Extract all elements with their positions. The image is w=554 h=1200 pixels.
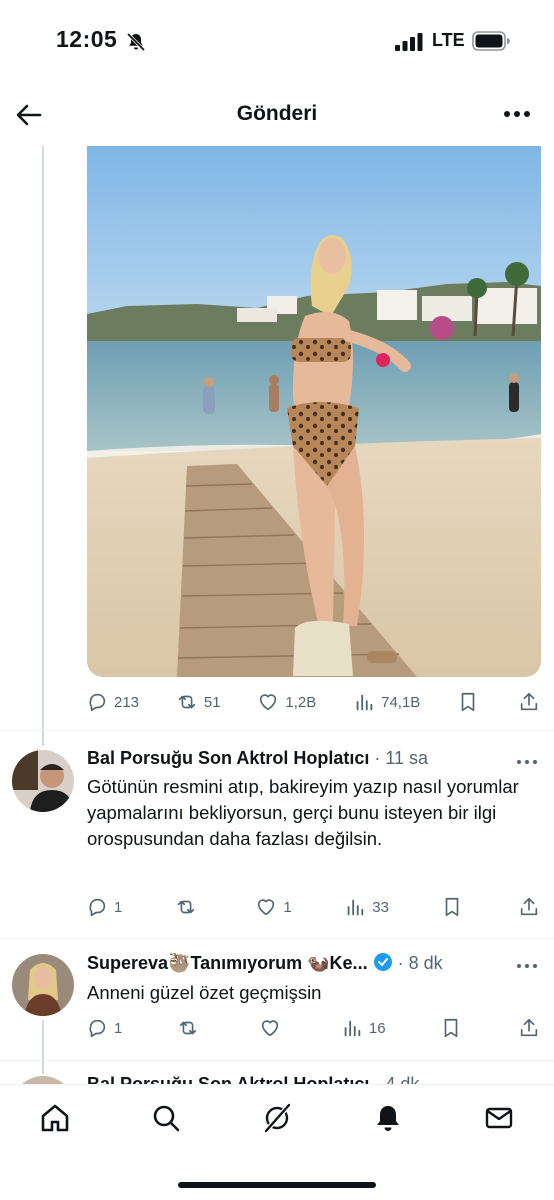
tab-messages[interactable] [482,1101,516,1135]
reply-header: Supereva🦥Tanımıyorum 🦦Ke... · 8 dk [87,952,504,974]
views-icon [356,694,373,711]
verified-badge-icon [373,953,392,971]
views-count: 33 [372,898,389,916]
repost-button[interactable] [177,1017,205,1039]
repost-icon [178,695,196,709]
more-options-button[interactable] [502,104,532,124]
divider [0,730,554,731]
share-button[interactable] [518,1017,542,1039]
views-button[interactable]: 74,1B [353,691,420,713]
heart-icon [261,1020,278,1037]
tab-home[interactable] [38,1101,72,1135]
share-icon [520,897,538,916]
like-count: 1,2B [285,693,317,711]
more-horizontal-icon [504,111,530,117]
bookmark-icon [444,1018,458,1038]
views-button[interactable]: 33 [344,896,389,918]
search-icon [153,1105,180,1132]
bookmark-icon [461,692,475,712]
messages-icon [485,1107,513,1129]
home-indicator[interactable] [178,1182,376,1188]
reply-button[interactable]: 1 [86,896,122,918]
reply-button[interactable]: 1 [86,1017,122,1039]
author-name[interactable]: Bal Porsuğu Son Aktrol Hoplatıcı [87,748,369,768]
like-count: 1 [283,898,292,916]
reply-count: 213 [114,693,140,711]
reply-button[interactable]: 213 [86,691,139,713]
notifications-icon [377,1106,399,1131]
home-icon [41,1104,69,1132]
share-button[interactable] [518,691,542,713]
like-button[interactable] [259,1017,287,1039]
reply-icon [89,898,106,917]
views-icon [347,899,364,916]
bookmark-button[interactable] [441,896,465,918]
repost-button[interactable] [175,896,203,918]
post-actions: 213 51 1,2B 74,1B [86,688,542,716]
like-button[interactable]: 1,2B [257,691,316,713]
views-count: 74,1B [381,693,421,711]
reply-text: Anneni güzel özet geçmişsin [87,982,322,1003]
views-count: 16 [368,1019,386,1037]
reply-header: Bal Porsuğu Son Aktrol Hoplatıcı · 11 sa [87,748,504,769]
battery-icon [472,31,510,51]
more-horizontal-icon[interactable] [516,754,538,770]
signal-icon [395,33,423,51]
divider [0,1060,554,1061]
tab-notifications[interactable] [371,1101,405,1135]
thread-connector [42,146,44,746]
heart-icon [260,694,277,711]
reply-actions: 1 16 [86,1014,542,1042]
repost-count: 51 [203,693,221,711]
thread-connector [42,1020,44,1074]
status-bar: 12:05 LTE [0,0,554,84]
bookmark-icon [446,897,459,917]
reply-count: 1 [114,1019,123,1037]
beach-photo [87,146,541,677]
avatar[interactable] [12,750,74,812]
tab-grok[interactable] [260,1101,294,1135]
share-button[interactable] [518,896,542,918]
bookmark-button[interactable] [457,691,481,713]
status-time: 12:05 [56,26,118,52]
grok-icon [264,1103,291,1133]
views-button[interactable]: 16 [341,1017,386,1039]
timestamp: · 8 dk [397,953,443,973]
share-icon [520,1018,538,1037]
repost-icon [179,1021,196,1035]
divider [0,938,554,939]
views-icon [344,1020,361,1037]
network-label: LTE [432,30,465,50]
timestamp: · 11 sa [374,748,429,768]
share-icon [520,692,538,711]
tab-search[interactable] [149,1101,183,1135]
reply-text: Götünün resmini atıp, bakireyim yazıp na… [87,776,519,849]
bell-slash-icon [126,32,146,52]
bookmark-button[interactable] [440,1017,464,1039]
reply-count: 1 [114,898,123,916]
like-button[interactable]: 1 [255,896,292,918]
page-title: Gönderi [236,102,318,125]
reply-icon [89,1019,106,1038]
reply-actions: 1 1 33 [86,893,542,921]
repost-button[interactable]: 51 [176,691,221,713]
top-navigation: Gönderi [0,84,554,146]
repost-icon [177,900,195,914]
more-horizontal-icon[interactable] [516,958,538,974]
reply-icon [89,693,106,712]
author-name[interactable]: Supereva🦥Tanımıyorum 🦦Ke... [87,953,368,973]
post-image[interactable] [87,146,541,677]
avatar[interactable] [12,954,74,1016]
heart-icon [258,899,275,916]
